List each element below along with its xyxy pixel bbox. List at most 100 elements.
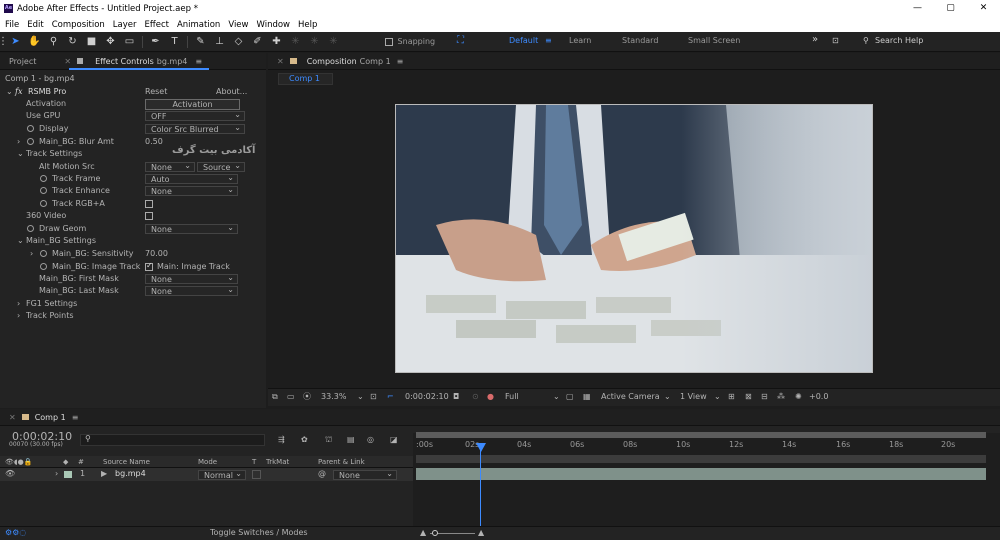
- view-layout-dropdown[interactable]: 1 View: [680, 391, 707, 403]
- menu-window[interactable]: Window: [256, 20, 290, 30]
- stopwatch-icon[interactable]: [40, 200, 47, 207]
- display-dropdown[interactable]: Color Src Blurred: [145, 123, 245, 134]
- rectangle-tool-icon[interactable]: ▭: [120, 34, 139, 50]
- color-channel-icon[interactable]: ●: [487, 391, 494, 403]
- menu-composition[interactable]: Composition: [52, 20, 105, 30]
- track-settings-group[interactable]: Track Settings: [26, 148, 82, 160]
- snapping-checkbox[interactable]: [385, 37, 393, 46]
- menu-layer[interactable]: Layer: [113, 20, 137, 30]
- zoom-dropdown[interactable]: 33.3%: [321, 391, 346, 403]
- tab-effect-controls[interactable]: Effect Controls: [95, 57, 154, 66]
- type-tool-icon[interactable]: T: [165, 34, 184, 50]
- blur-amt-value[interactable]: 0.50: [145, 136, 163, 148]
- camera-tool-icon[interactable]: ■: [82, 34, 101, 50]
- panel-menu-icon[interactable]: ≡: [195, 57, 202, 66]
- restore-button[interactable]: ▢: [934, 0, 967, 17]
- graph-editor-icon[interactable]: ◪: [390, 434, 398, 446]
- toggle-pixel-icon[interactable]: ⊞: [728, 391, 735, 403]
- twirl-right-icon[interactable]: ›: [17, 298, 20, 310]
- pen-tool-icon[interactable]: ✒: [146, 34, 165, 50]
- stopwatch-icon[interactable]: [40, 263, 47, 270]
- zoom-tool-icon[interactable]: ⚲: [44, 34, 63, 50]
- layer-duration-bar[interactable]: [416, 468, 986, 480]
- twirl-right-icon[interactable]: ›: [30, 248, 33, 260]
- close-tab-icon[interactable]: ✕: [277, 57, 284, 66]
- mask-visibility-icon[interactable]: ⦿: [303, 391, 311, 403]
- effect-twirl-icon[interactable]: ⌄: [6, 86, 13, 98]
- close-tab-icon[interactable]: ✕: [9, 413, 16, 422]
- close-tab-icon[interactable]: ✕: [64, 57, 71, 66]
- eraser-tool-icon[interactable]: ◇: [229, 34, 248, 50]
- tab-composition-name[interactable]: Comp 1: [360, 57, 391, 66]
- image-track-checkbox[interactable]: [145, 261, 153, 271]
- clone-stamp-icon[interactable]: ⊥: [210, 34, 229, 50]
- about-link[interactable]: About...: [216, 86, 247, 98]
- menu-file[interactable]: File: [5, 20, 19, 30]
- chevron-down-icon[interactable]: ⌄: [664, 391, 671, 403]
- layer-name[interactable]: bg.mp4: [115, 468, 146, 480]
- menu-view[interactable]: View: [228, 20, 248, 30]
- pan-behind-icon[interactable]: ✥: [101, 34, 120, 50]
- motion-blur-icon[interactable]: ◎: [367, 434, 374, 446]
- menu-help[interactable]: Help: [298, 20, 317, 30]
- monitor-icon[interactable]: ▭: [287, 391, 295, 403]
- close-button[interactable]: ✕: [967, 0, 1000, 17]
- snapshot-icon[interactable]: ◘: [453, 391, 459, 403]
- region-icon[interactable]: ⌐: [387, 391, 394, 403]
- menu-edit[interactable]: Edit: [27, 20, 43, 30]
- main-bg-settings-group[interactable]: Main_BG Settings: [26, 235, 96, 247]
- minimize-button[interactable]: —: [901, 0, 934, 17]
- last-mask-dropdown[interactable]: None: [145, 285, 238, 296]
- stopwatch-icon[interactable]: [27, 125, 34, 132]
- camera-dropdown[interactable]: Active Camera: [601, 391, 660, 403]
- zoom-out-icon[interactable]: ▲: [420, 527, 426, 539]
- track-enhance-dropdown[interactable]: None: [145, 185, 238, 196]
- pickwhip-icon[interactable]: @: [318, 468, 326, 480]
- search-help-input[interactable]: Search Help: [875, 36, 923, 45]
- roi-icon[interactable]: ▢: [566, 391, 574, 403]
- resolution-dropdown[interactable]: Full: [505, 391, 519, 403]
- more-workspaces-button[interactable]: »: [812, 34, 818, 45]
- fx-icon[interactable]: fx: [15, 86, 22, 98]
- fit-icon[interactable]: ⊡: [370, 391, 377, 403]
- stopwatch-icon[interactable]: [27, 225, 34, 232]
- twirl-right-icon[interactable]: ›: [55, 468, 58, 480]
- label-color-swatch[interactable]: [64, 471, 72, 478]
- exposure-reset-icon[interactable]: ✺: [795, 391, 802, 403]
- playhead-handle[interactable]: [476, 443, 486, 452]
- workspace-default[interactable]: Default: [509, 36, 538, 45]
- eye-icon[interactable]: 👁: [5, 468, 15, 480]
- twirl-right-icon[interactable]: ›: [17, 310, 20, 322]
- composition-viewer[interactable]: [395, 104, 873, 373]
- orbit-camera-icon[interactable]: ↻: [63, 34, 82, 50]
- flowchart-icon[interactable]: ⁂: [777, 391, 785, 403]
- preserve-transparency-toggle[interactable]: [252, 470, 261, 479]
- stopwatch-icon[interactable]: [40, 187, 47, 194]
- fg1-settings-group[interactable]: FG1 Settings: [26, 298, 77, 310]
- zoom-in-icon[interactable]: ▲: [478, 527, 484, 539]
- shy-icon[interactable]: ⛫: [325, 434, 332, 446]
- stopwatch-icon[interactable]: [40, 250, 47, 257]
- stopwatch-icon[interactable]: [40, 175, 47, 182]
- twirl-down-icon[interactable]: ⌄: [17, 235, 24, 247]
- track-rgba-checkbox[interactable]: [145, 200, 153, 208]
- selection-tool-icon[interactable]: ➤: [6, 34, 25, 50]
- tab-comp-1[interactable]: Comp 1: [35, 413, 66, 422]
- track-points-group[interactable]: Track Points: [26, 310, 74, 322]
- current-time[interactable]: 0:00:02:10: [405, 391, 449, 403]
- hand-tool-icon[interactable]: ✋: [25, 34, 44, 50]
- timeline-search-input[interactable]: ⚲: [80, 434, 265, 446]
- exposure-value[interactable]: +0.0: [809, 391, 828, 403]
- twirl-down-icon[interactable]: ⌄: [17, 148, 24, 160]
- sensitivity-value[interactable]: 70.00: [145, 248, 168, 260]
- search-icon[interactable]: ⚲: [863, 36, 869, 45]
- first-mask-dropdown[interactable]: None: [145, 273, 238, 284]
- transparency-grid-icon[interactable]: ▦: [583, 391, 591, 403]
- parent-dropdown[interactable]: None: [333, 469, 397, 480]
- use-gpu-dropdown[interactable]: OFF: [145, 110, 245, 121]
- alt-motion-source-dropdown[interactable]: Source: [197, 161, 245, 172]
- twirl-right-icon[interactable]: ›: [17, 136, 20, 148]
- alt-motion-src-dropdown[interactable]: None: [145, 161, 195, 172]
- work-area-range[interactable]: [416, 455, 986, 463]
- panel-menu-icon[interactable]: ≡: [72, 413, 79, 422]
